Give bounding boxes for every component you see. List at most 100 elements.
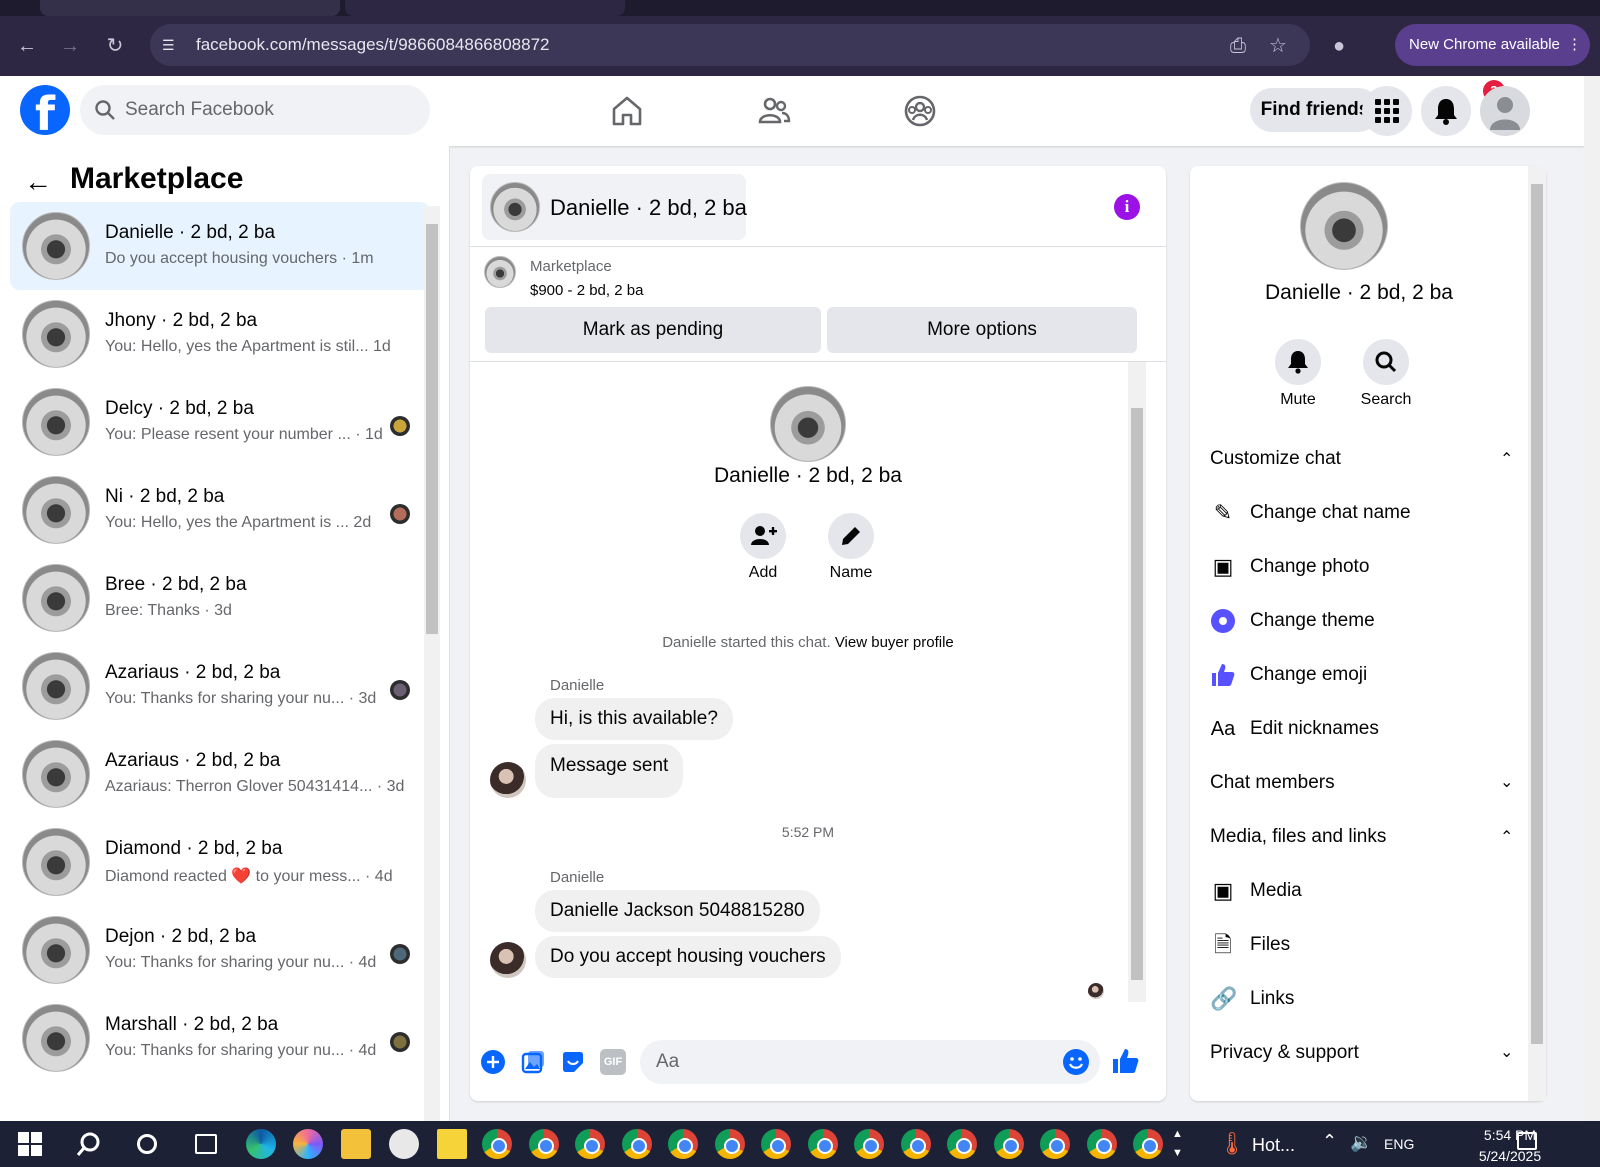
cortana-icon[interactable] bbox=[137, 1134, 157, 1154]
volume-icon[interactable]: 🔉 bbox=[1350, 1132, 1372, 1153]
sidebar-scrollbar[interactable] bbox=[424, 206, 440, 1121]
bookmark-star-icon[interactable]: ☆ bbox=[1266, 34, 1290, 58]
paint-icon[interactable] bbox=[389, 1129, 419, 1159]
chrome-window-icon[interactable] bbox=[900, 1129, 931, 1159]
name-button[interactable] bbox=[828, 513, 874, 559]
conversation-item[interactable]: Diamond · 2 bd, 2 ba Diamond reacted ❤️ t… bbox=[10, 818, 430, 906]
conversation-item[interactable]: Dejon · 2 bd, 2 ba You: Thanks for sharin… bbox=[10, 906, 430, 994]
details-avatar[interactable] bbox=[1300, 182, 1388, 270]
page-scrollbar[interactable] bbox=[1584, 76, 1600, 1121]
chrome-window-icon[interactable] bbox=[1040, 1129, 1070, 1159]
chat-members-section[interactable]: Chat members bbox=[1210, 772, 1335, 794]
reload-icon[interactable]: ↻ bbox=[103, 34, 127, 58]
file-explorer-icon[interactable] bbox=[341, 1129, 371, 1159]
windows-start-icon[interactable] bbox=[18, 1132, 42, 1156]
profile-icon[interactable]: ● bbox=[1327, 34, 1351, 58]
conversation-item[interactable]: Danielle · 2 bd, 2 ba Do you accept housi… bbox=[10, 202, 430, 290]
chrome-window-icon[interactable] bbox=[482, 1129, 512, 1159]
chat-header[interactable]: Danielle · 2 bd, 2 ba bbox=[482, 174, 747, 240]
conversation-item[interactable]: Marshall · 2 bd, 2 ba You: Thanks for sha… bbox=[10, 994, 430, 1082]
forward-icon[interactable]: → bbox=[58, 34, 82, 58]
chrome-window-icon[interactable] bbox=[575, 1129, 605, 1159]
chevron-down-icon[interactable]: ⌄ bbox=[1500, 772, 1513, 792]
scrollbar-thumb[interactable] bbox=[1131, 408, 1143, 980]
info-icon[interactable]: i bbox=[1114, 194, 1140, 220]
conversation-item[interactable]: Jhony · 2 bd, 2 ba You: Hello, yes the Ap… bbox=[10, 290, 430, 378]
change-theme-item[interactable]: Change theme bbox=[1250, 610, 1375, 632]
new-chrome-button[interactable]: New Chrome available ⋮ bbox=[1395, 24, 1590, 66]
menu-dots-icon[interactable]: ⋮ bbox=[1567, 24, 1582, 66]
edit-nicknames-item[interactable]: Edit nicknames bbox=[1250, 718, 1379, 740]
conversation-item[interactable]: Azariaus · 2 bd, 2 ba You: Thanks for sha… bbox=[10, 642, 430, 730]
install-app-icon[interactable]: ⎙ bbox=[1226, 34, 1250, 58]
add-button[interactable] bbox=[740, 513, 786, 559]
chrome-window-icon[interactable] bbox=[854, 1129, 884, 1159]
scrollbar-thumb[interactable] bbox=[426, 224, 438, 634]
find-friends-button[interactable]: Find friends bbox=[1250, 88, 1380, 132]
chat-scrollbar[interactable] bbox=[1128, 362, 1146, 1002]
message-bubble[interactable]: Danielle Jackson 5048815280 bbox=[535, 890, 820, 932]
conversation-item[interactable]: Delcy · 2 bd, 2 ba You: Please resent you… bbox=[10, 378, 430, 466]
media-item[interactable]: Media bbox=[1250, 880, 1302, 902]
add-attachment-icon[interactable] bbox=[480, 1049, 506, 1075]
tray-overflow-icon[interactable]: ⌃ bbox=[1322, 1131, 1337, 1152]
sender-avatar[interactable] bbox=[490, 942, 526, 978]
listing-thumbnail[interactable] bbox=[484, 256, 516, 288]
back-arrow-icon[interactable]: ← bbox=[24, 168, 52, 196]
sender-avatar[interactable] bbox=[490, 762, 526, 798]
chrome-window-icon[interactable] bbox=[1133, 1129, 1163, 1159]
message-input[interactable]: Aa bbox=[640, 1040, 1100, 1084]
chrome-window-icon[interactable] bbox=[947, 1129, 977, 1159]
task-view-icon[interactable] bbox=[195, 1134, 217, 1154]
home-icon[interactable] bbox=[610, 94, 644, 128]
notifications-button[interactable] bbox=[1421, 86, 1471, 136]
friends-icon[interactable] bbox=[757, 94, 791, 128]
notification-center-icon[interactable] bbox=[1517, 1132, 1537, 1150]
browser-tab-active[interactable] bbox=[345, 0, 625, 16]
chevron-down-icon[interactable]: ⌄ bbox=[1500, 1042, 1513, 1062]
photo-icon[interactable] bbox=[520, 1049, 546, 1075]
sticker-icon[interactable] bbox=[560, 1049, 586, 1075]
search-conversation-button[interactable] bbox=[1363, 339, 1409, 385]
mark-as-pending-button[interactable]: Mark as pending bbox=[485, 307, 821, 353]
taskbar-scroll-arrows[interactable]: ▲ ▼ bbox=[1172, 1125, 1183, 1163]
change-chat-name-item[interactable]: Change chat name bbox=[1250, 502, 1411, 524]
account-avatar[interactable] bbox=[1480, 86, 1530, 136]
search-input[interactable]: Search Facebook bbox=[80, 85, 430, 135]
more-options-button[interactable]: More options bbox=[827, 307, 1137, 353]
browser-tab[interactable] bbox=[40, 0, 340, 16]
change-emoji-item[interactable]: Change emoji bbox=[1250, 664, 1367, 686]
chrome-window-icon[interactable] bbox=[621, 1129, 652, 1159]
facebook-logo[interactable]: f bbox=[20, 85, 70, 141]
chevron-up-icon[interactable]: ⌃ bbox=[1500, 827, 1513, 847]
sticky-notes-icon[interactable] bbox=[437, 1129, 467, 1159]
address-bar[interactable]: ☰ facebook.com/messages/t/98660848668088… bbox=[150, 24, 1310, 66]
edge-icon[interactable] bbox=[246, 1129, 276, 1159]
mute-button[interactable] bbox=[1275, 339, 1321, 385]
language-indicator[interactable]: ENG bbox=[1384, 1136, 1414, 1152]
gif-icon[interactable]: GIF bbox=[600, 1049, 626, 1075]
details-scrollbar[interactable] bbox=[1528, 166, 1546, 1101]
chrome-window-icon[interactable] bbox=[761, 1129, 791, 1159]
chrome-window-icon[interactable] bbox=[993, 1129, 1024, 1159]
chrome-window-icon[interactable] bbox=[1086, 1129, 1117, 1159]
conversation-item[interactable]: Ni · 2 bd, 2 ba You: Hello, yes the Apart… bbox=[10, 466, 430, 554]
chrome-window-icon[interactable] bbox=[714, 1129, 745, 1159]
chrome-window-icon[interactable] bbox=[528, 1129, 559, 1159]
profile-avatar[interactable] bbox=[770, 386, 846, 462]
scrollbar-thumb[interactable] bbox=[1531, 184, 1543, 1044]
groups-icon[interactable] bbox=[903, 94, 937, 128]
copilot-icon[interactable] bbox=[293, 1129, 323, 1159]
search-icon[interactable] bbox=[75, 1130, 103, 1158]
message-bubble[interactable]: Message sent bbox=[535, 744, 684, 798]
back-icon[interactable]: ← bbox=[15, 34, 39, 58]
media-files-links-section[interactable]: Media, files and links bbox=[1210, 826, 1386, 848]
customize-chat-section[interactable]: Customize chat bbox=[1210, 448, 1341, 470]
emoji-icon[interactable] bbox=[1062, 1048, 1090, 1076]
files-item[interactable]: Files bbox=[1250, 934, 1290, 956]
chrome-window-icon[interactable] bbox=[668, 1129, 698, 1159]
links-item[interactable]: Links bbox=[1250, 988, 1294, 1010]
view-buyer-profile-link[interactable]: View buyer profile bbox=[835, 634, 954, 651]
weather-text[interactable]: Hot... bbox=[1252, 1135, 1295, 1156]
privacy-support-section[interactable]: Privacy & support bbox=[1210, 1042, 1359, 1064]
